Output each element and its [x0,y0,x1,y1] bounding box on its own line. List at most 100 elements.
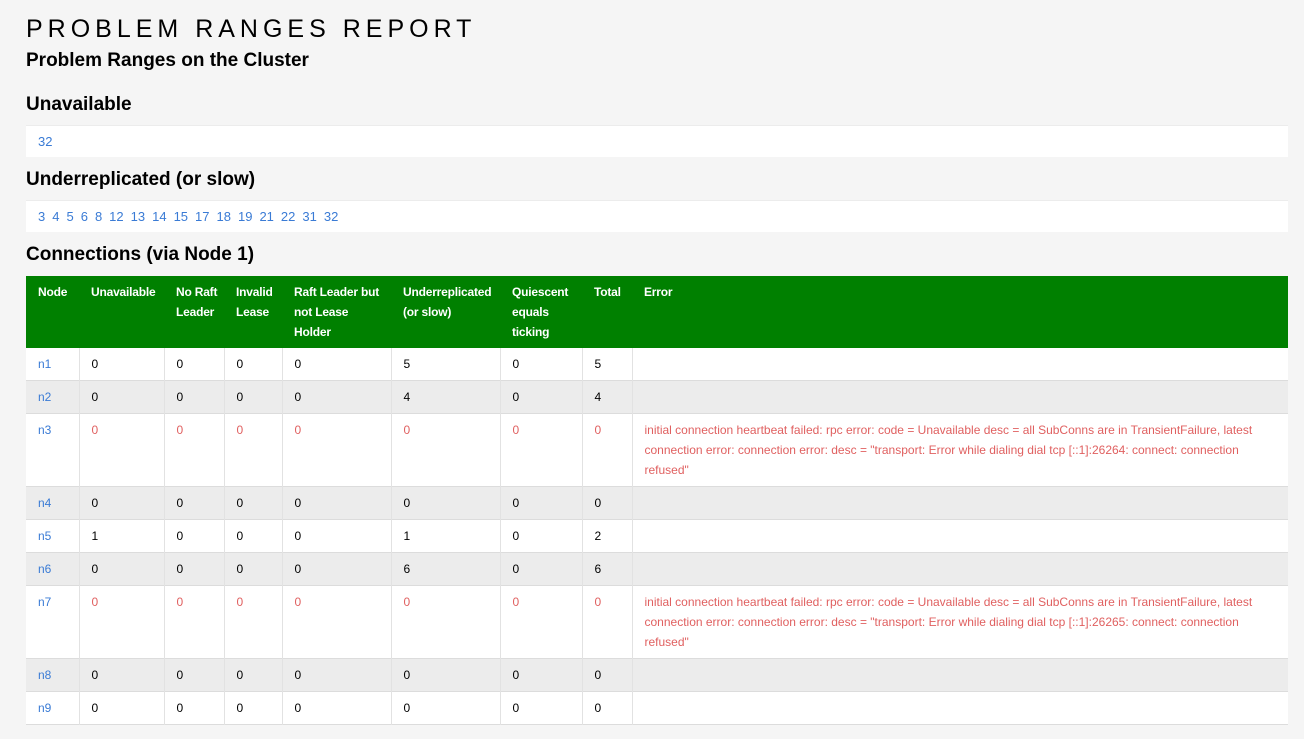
range-link[interactable]: 6 [81,209,88,224]
range-link[interactable]: 19 [238,209,252,224]
quiescent-ticking-count: 0 [500,552,583,586]
range-link[interactable]: 5 [66,209,73,224]
table-row: n5 1 0 0 0 1 0 2 [26,519,1288,553]
node-cell: n2 [26,380,80,414]
quiescent-ticking-count: 0 [500,519,583,553]
underreplicated-count: 1 [391,519,501,553]
raft-leader-not-lease-holder-count: 0 [282,348,392,381]
unavailable-count: 0 [79,348,165,381]
range-link[interactable]: 15 [174,209,188,224]
error-message [632,381,1288,414]
range-link[interactable]: 21 [259,209,273,224]
underreplicated-heading: Underreplicated (or slow) [26,169,256,190]
error-message [632,520,1288,553]
range-link[interactable]: 12 [109,209,123,224]
column-header-quiescent-ticking[interactable]: Quiescent equals ticking [500,276,582,348]
column-header-error[interactable]: Error [632,276,1288,348]
node-link[interactable]: n3 [38,423,51,437]
no-raft-leader-count: 0 [164,552,225,586]
node-cell: n5 [26,519,80,553]
unavailable-ranges-list: 32 [26,125,1288,157]
report-title: PROBLEM RANGES REPORT [26,15,477,43]
error-message [632,487,1288,520]
quiescent-ticking-count: 0 [500,585,583,659]
node-cell: n3 [26,413,80,487]
underreplicated-ranges-list: 3 4 5 6 8 12 13 14 15 17 18 19 21 22 31 32 [26,200,1288,232]
column-header-invalid-lease[interactable]: Invalid Lease [224,276,282,348]
table-row: n6 0 0 0 0 6 0 6 [26,552,1288,586]
range-link[interactable]: 3 [38,209,45,224]
raft-leader-not-lease-holder-count: 0 [282,380,392,414]
underreplicated-count: 0 [391,585,501,659]
total-count: 2 [582,519,633,553]
node-link[interactable]: n7 [38,595,51,609]
unavailable-count: 0 [79,691,165,725]
range-link[interactable]: 32 [38,134,52,149]
range-link[interactable]: 18 [217,209,231,224]
no-raft-leader-count: 0 [164,658,225,692]
quiescent-ticking-count: 0 [500,658,583,692]
range-link[interactable]: 17 [195,209,209,224]
node-link[interactable]: n6 [38,562,51,576]
column-header-raft-leader-not-lease-holder[interactable]: Raft Leader but not Lease Holder [282,276,391,348]
table-row: n8 0 0 0 0 0 0 0 [26,658,1288,692]
node-link[interactable]: n8 [38,668,51,682]
underreplicated-count: 6 [391,552,501,586]
no-raft-leader-count: 0 [164,519,225,553]
node-cell: n9 [26,691,80,725]
no-raft-leader-count: 0 [164,348,225,381]
range-link[interactable]: 31 [302,209,316,224]
report-subtitle: Problem Ranges on the Cluster [26,50,309,71]
unavailable-count: 0 [79,380,165,414]
node-link[interactable]: n2 [38,390,51,404]
range-link[interactable]: 32 [324,209,338,224]
invalid-lease-count: 0 [224,486,283,520]
connections-table: Node Unavailable No Raft Leader Invalid … [26,276,1288,725]
node-cell: n7 [26,585,80,659]
invalid-lease-count: 0 [224,658,283,692]
quiescent-ticking-count: 0 [500,691,583,725]
range-link[interactable]: 4 [52,209,59,224]
unavailable-count: 0 [79,658,165,692]
connections-heading: Connections (via Node 1) [26,244,255,265]
column-header-node[interactable]: Node [26,276,79,348]
invalid-lease-count: 0 [224,585,283,659]
range-link[interactable]: 8 [95,209,102,224]
node-link[interactable]: n9 [38,701,51,715]
connections-table-body: n1 0 0 0 0 5 0 5 n2 0 0 0 0 4 0 4 n3 0 0 0 0 0 0 0 initial conne… [26,348,1288,725]
raft-leader-not-lease-holder-count: 0 [282,413,392,487]
quiescent-ticking-count: 0 [500,486,583,520]
no-raft-leader-count: 0 [164,585,225,659]
range-link[interactable]: 22 [281,209,295,224]
problem-ranges-page: PROBLEM RANGES REPORT Problem Ranges on … [0,0,1304,739]
node-link[interactable]: n4 [38,496,51,510]
node-cell: n4 [26,486,80,520]
node-link[interactable]: n1 [38,357,51,371]
total-count: 4 [582,380,633,414]
unavailable-count: 0 [79,486,165,520]
range-link[interactable]: 14 [152,209,166,224]
underreplicated-count: 0 [391,658,501,692]
column-header-underreplicated[interactable]: Underreplicated (or slow) [391,276,500,348]
total-count: 0 [582,658,633,692]
node-link[interactable]: n5 [38,529,51,543]
error-message [632,692,1288,725]
range-link[interactable]: 13 [131,209,145,224]
column-header-no-raft-leader[interactable]: No Raft Leader [164,276,224,348]
error-message [632,553,1288,586]
table-row: n7 0 0 0 0 0 0 0 initial connection heartbeat fa… [26,585,1288,659]
quiescent-ticking-count: 0 [500,413,583,487]
no-raft-leader-count: 0 [164,486,225,520]
table-row: n9 0 0 0 0 0 0 0 [26,691,1288,725]
total-count: 6 [582,552,633,586]
total-count: 5 [582,348,633,381]
total-count: 0 [582,413,633,487]
table-row: n4 0 0 0 0 0 0 0 [26,486,1288,520]
unavailable-count: 1 [79,519,165,553]
column-header-unavailable[interactable]: Unavailable [79,276,164,348]
error-message: initial connection heartbeat failed: rpc… [644,595,1253,649]
column-header-total[interactable]: Total [582,276,632,348]
underreplicated-count: 0 [391,486,501,520]
raft-leader-not-lease-holder-count: 0 [282,691,392,725]
unavailable-count: 0 [79,552,165,586]
